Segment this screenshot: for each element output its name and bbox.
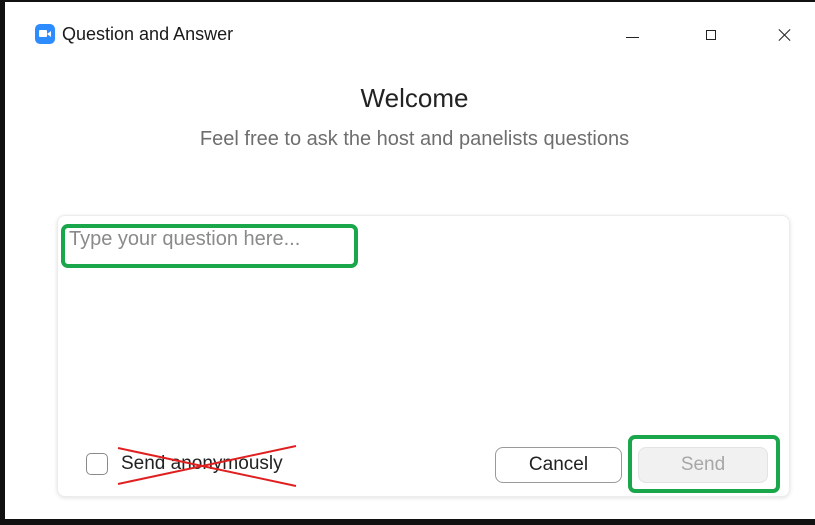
send-button[interactable]: Send: [638, 447, 768, 483]
camera-body-shape: [39, 30, 47, 37]
cancel-button[interactable]: Cancel: [495, 447, 622, 483]
welcome-subtitle: Feel free to ask the host and panelists …: [199, 128, 630, 150]
close-icon: [778, 28, 792, 42]
close-button[interactable]: [764, 18, 804, 52]
minimize-icon: [626, 37, 639, 38]
zoom-camera-icon: [35, 24, 55, 44]
send-anonymously-checkbox[interactable]: [86, 453, 108, 475]
minimize-button[interactable]: [612, 18, 652, 52]
qa-window: Question and Answer Welcome Feel free to…: [14, 8, 815, 517]
question-card: Send anonymously Cancel Send: [57, 215, 790, 497]
window-title: Question and Answer: [62, 24, 234, 44]
title-bar: Question and Answer: [14, 8, 815, 58]
maximize-icon: [706, 30, 716, 40]
question-input[interactable]: [65, 226, 765, 396]
maximize-button[interactable]: [691, 18, 731, 52]
send-anonymously-label: Send anonymously: [121, 453, 283, 474]
welcome-heading: Welcome: [360, 83, 469, 113]
camera-lens-shape: [47, 31, 51, 37]
